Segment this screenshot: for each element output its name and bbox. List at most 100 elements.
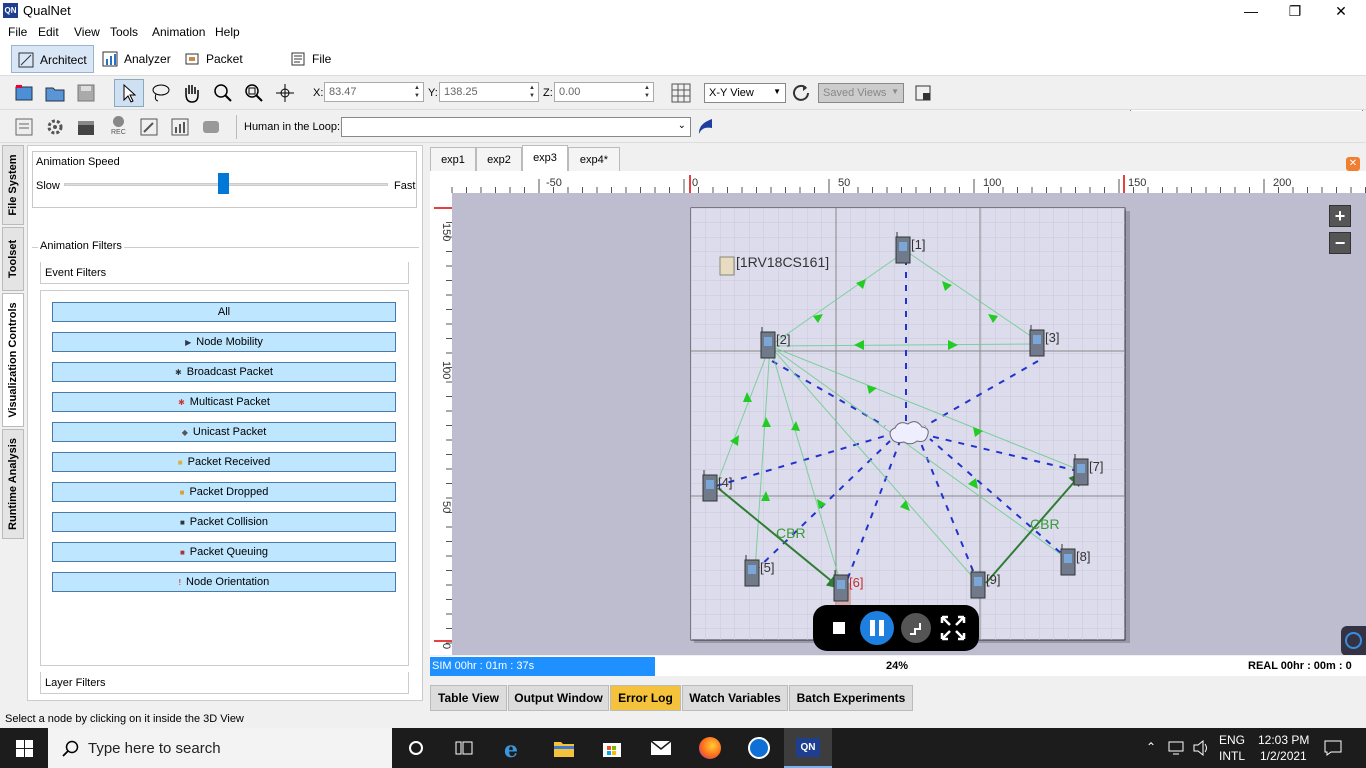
- tab-exp1[interactable]: exp1: [430, 147, 476, 171]
- edit-icon[interactable]: [138, 116, 160, 138]
- close-button[interactable]: ✕: [1318, 0, 1364, 22]
- record-button[interactable]: REC: [108, 114, 130, 140]
- tab-file-system[interactable]: File System: [2, 145, 24, 225]
- analyzer-button[interactable]: Analyzer: [96, 45, 172, 73]
- hitl-send-icon[interactable]: [694, 116, 716, 138]
- mail-button[interactable]: [637, 728, 685, 768]
- spinner-arrows-icon[interactable]: ▲ ▼: [412, 84, 422, 100]
- spinner-arrows-icon[interactable]: ▲ ▼: [642, 84, 652, 100]
- filter-button-label: Multicast Packet: [189, 396, 270, 408]
- file-explorer-button[interactable]: [540, 728, 588, 768]
- menu-animation[interactable]: Animation: [152, 25, 205, 39]
- new-scenario-icon[interactable]: [13, 82, 35, 104]
- tab-error-log[interactable]: Error Log: [610, 685, 681, 711]
- zoom-out-button[interactable]: −: [1329, 232, 1351, 254]
- file-editor-button[interactable]: File Editor: [284, 45, 368, 94]
- filter-button-packet-dropped[interactable]: ■ Packet Dropped: [52, 482, 396, 502]
- start-button[interactable]: [0, 728, 48, 768]
- tab-runtime-analysis[interactable]: Runtime Analysis: [2, 429, 24, 539]
- chevron-up-icon[interactable]: ⌃: [1146, 740, 1156, 754]
- filter-button-node-mobility[interactable]: ▶ Node Mobility: [52, 332, 396, 352]
- menu-edit[interactable]: Edit: [38, 25, 59, 39]
- architect-button[interactable]: Architect: [11, 45, 94, 73]
- trace-icon[interactable]: [200, 116, 222, 138]
- filter-button-packet-queuing[interactable]: ■ Packet Queuing: [52, 542, 396, 562]
- filter-button-packet-received[interactable]: ■ Packet Received: [52, 452, 396, 472]
- spinner-arrows-icon[interactable]: ▲ ▼: [527, 84, 537, 100]
- window-layout-icon[interactable]: [912, 82, 934, 104]
- tab-watch-variables[interactable]: Watch Variables: [682, 685, 788, 711]
- firefox-button[interactable]: [686, 728, 734, 768]
- minimize-button[interactable]: —: [1228, 0, 1274, 22]
- filter-button-node-orientation[interactable]: ! Node Orientation: [52, 572, 396, 592]
- pause-button[interactable]: [860, 611, 894, 645]
- tab-batch-experiments[interactable]: Batch Experiments: [789, 685, 913, 711]
- fullscreen-button[interactable]: [938, 613, 968, 643]
- x-coord-field[interactable]: 83.47 ▲ ▼: [324, 82, 424, 102]
- filter-button-all[interactable]: All: [52, 302, 396, 322]
- clock-time[interactable]: 12:03 PM: [1258, 733, 1309, 747]
- taskbar-search-box[interactable]: Type here to search: [48, 728, 392, 768]
- menu-view[interactable]: View: [74, 25, 100, 39]
- hitl-input[interactable]: ⌄: [341, 117, 691, 137]
- filter-button-broadcast-packet[interactable]: ✱ Broadcast Packet: [52, 362, 396, 382]
- stats-icon[interactable]: [169, 116, 191, 138]
- tab-table-view[interactable]: Table View: [430, 685, 507, 711]
- speed-slider-thumb[interactable]: [217, 173, 229, 194]
- restore-button[interactable]: ❐: [1272, 0, 1318, 22]
- clapper-icon[interactable]: [75, 116, 97, 138]
- rotate-view-icon[interactable]: [274, 82, 296, 104]
- clock-date[interactable]: 1/2/2021: [1260, 749, 1307, 763]
- saved-views-select[interactable]: Saved Views ▼: [818, 83, 904, 103]
- edge-button[interactable]: e: [491, 728, 539, 768]
- task-view-button[interactable]: [440, 728, 488, 768]
- store-button[interactable]: [588, 728, 636, 768]
- qualnet-taskbar-button[interactable]: QN: [784, 728, 832, 768]
- filter-button-packet-collision[interactable]: ■ Packet Collision: [52, 512, 396, 532]
- menu-tools[interactable]: Tools: [110, 25, 138, 39]
- gear-icon[interactable]: [44, 116, 66, 138]
- lasso-icon[interactable]: [150, 82, 172, 104]
- grid-icon[interactable]: [670, 82, 692, 104]
- pan-hand-icon[interactable]: [181, 82, 203, 104]
- layer-filters-header[interactable]: Layer Filters: [40, 672, 409, 694]
- close-tab-icon[interactable]: ✕: [1346, 157, 1360, 171]
- keyboard-layout[interactable]: INTL: [1219, 749, 1245, 763]
- tab-exp4[interactable]: exp4*: [568, 147, 620, 171]
- language-code[interactable]: ENG: [1219, 733, 1245, 747]
- ruler-x-label: -50: [546, 177, 562, 189]
- menu-help[interactable]: Help: [215, 25, 240, 39]
- settings-sheet-icon[interactable]: [13, 116, 35, 138]
- volume-icon[interactable]: [1192, 740, 1210, 756]
- save-icon[interactable]: [75, 82, 97, 104]
- packet-tracer-button[interactable]: Packet Tracer: [178, 45, 280, 94]
- event-filters-header[interactable]: Event Filters: [40, 262, 409, 284]
- tab-exp2[interactable]: exp2: [476, 147, 522, 171]
- tab-visualization-controls[interactable]: Visualization Controls: [2, 293, 24, 427]
- filter-button-multicast-packet[interactable]: ✱ Multicast Packet: [52, 392, 396, 412]
- zoom-fit-icon[interactable]: [243, 82, 265, 104]
- side-widget[interactable]: [1341, 626, 1366, 655]
- vertical-ruler: [430, 193, 452, 655]
- open-folder-icon[interactable]: [44, 82, 66, 104]
- scenario-canvas[interactable]: -50 0 50 100 150 200 150 100 50 0 CBR CB…: [430, 171, 1366, 655]
- tab-toolset[interactable]: Toolset: [2, 227, 24, 291]
- reset-view-icon[interactable]: [790, 82, 812, 104]
- z-coord-field[interactable]: 0.00 ▲ ▼: [554, 82, 654, 102]
- network-icon[interactable]: [1168, 740, 1186, 756]
- step-button[interactable]: [901, 613, 931, 643]
- zoom-in-button[interactable]: +: [1329, 205, 1351, 227]
- task-view-cortana-button[interactable]: [392, 728, 440, 768]
- tab-output-window[interactable]: Output Window: [508, 685, 609, 711]
- notification-icon[interactable]: [1324, 740, 1342, 756]
- y-coord-field[interactable]: 138.25 ▲ ▼: [439, 82, 539, 102]
- filter-button-unicast-packet[interactable]: ◆ Unicast Packet: [52, 422, 396, 442]
- stop-button[interactable]: [824, 613, 854, 643]
- tab-exp3[interactable]: exp3: [522, 145, 568, 171]
- teamviewer-button[interactable]: [735, 728, 783, 768]
- view-mode-select[interactable]: X-Y View ▼: [704, 83, 786, 103]
- select-tool-button[interactable]: [114, 79, 144, 107]
- menu-file[interactable]: File: [8, 25, 27, 39]
- task-view-icon: [455, 741, 473, 755]
- zoom-icon[interactable]: [212, 82, 234, 104]
